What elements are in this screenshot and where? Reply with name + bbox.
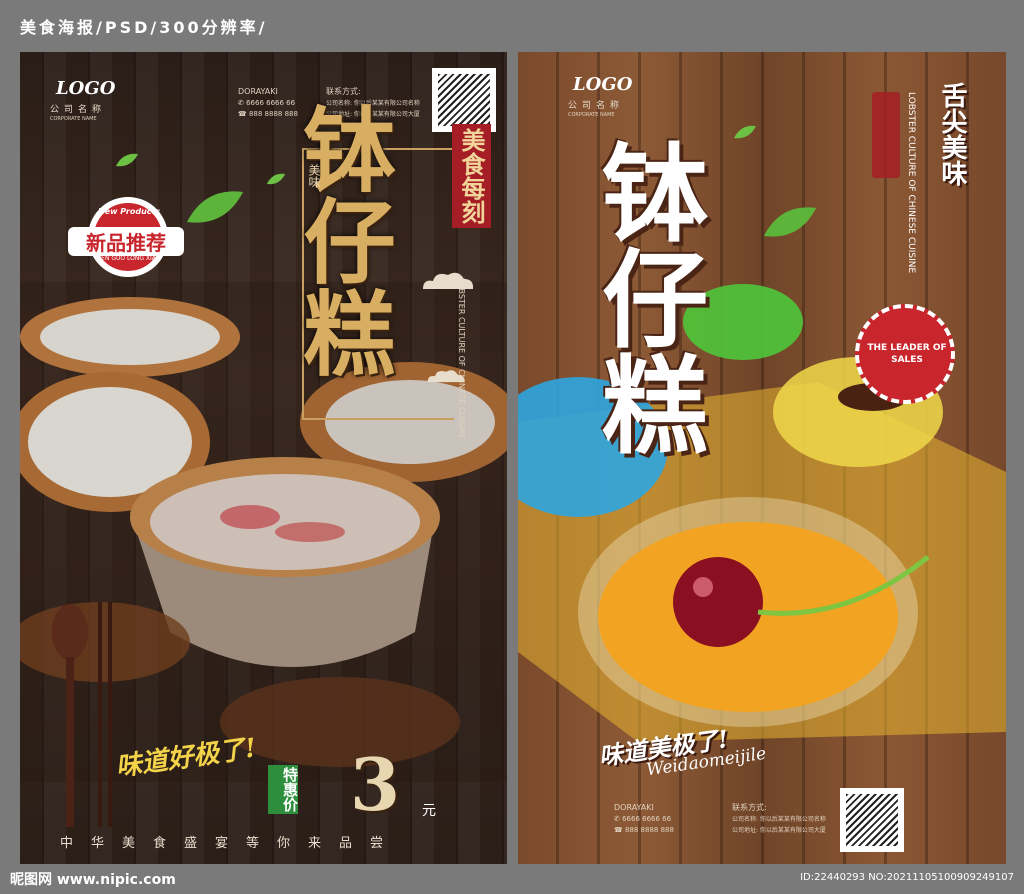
printer-icon: ☎ — [238, 110, 249, 118]
site-watermark: 昵图网 www.nipic.com — [10, 872, 176, 888]
poster-left: LOGO 公司名称 CORPORATE NAME DORAYAKI ✆ 6666… — [20, 52, 507, 864]
phone-2: ☎ 888 8888 888 — [614, 826, 674, 834]
banner-text: 美食海报/PSD/300分辨率/ — [20, 18, 268, 37]
seal-stamp — [872, 92, 900, 178]
leaf-icon — [187, 191, 243, 223]
contact-address: 公司地址: 你以后某某有限公司大厦 — [732, 827, 826, 834]
leaf-icon — [734, 125, 756, 139]
company-sub: CORPORATE NAME — [50, 116, 97, 122]
image-id: ID:22440293 NO:20211105100909249107 — [800, 872, 1014, 883]
vertical-small-label: 美味 — [307, 164, 321, 188]
poster-right: LOGO 公司名称 CORPORATE NAME LOBSTER CULTURE… — [518, 52, 1006, 864]
leaf-icon — [763, 207, 817, 237]
english-vertical-text: LOBSTER CULTURE OF CHINESE CUISINE — [906, 92, 916, 274]
english-vertical-text: LOBSTER CULTURE OF CHINESE CUISINE — [457, 278, 466, 440]
watermark-footer: 昵图网 www.nipic.com ID:22440293 NO:2021110… — [0, 864, 1024, 894]
badge-bottom-text: MEN GUO LONG XIA — [96, 255, 156, 262]
logo-text: LOGO — [573, 74, 633, 95]
brand-text: DORAYAKI — [614, 803, 654, 812]
top-banner: 美食海报/PSD/300分辨率/ — [0, 0, 1024, 52]
contact-label: 联系方式: — [732, 803, 767, 812]
logo-text: LOGO — [56, 78, 116, 99]
price: 3 — [350, 742, 401, 827]
brand-text: DORAYAKI — [238, 87, 278, 96]
qr-code — [840, 788, 904, 852]
contact-label: 联系方式: — [326, 87, 361, 96]
special-price-tag: 特惠价 — [268, 765, 299, 814]
cloud-icon — [423, 272, 474, 289]
leaf-icon — [266, 173, 286, 185]
phone-icon: ✆ — [614, 815, 623, 823]
phone-1: ✆ 6666 6666 66 — [614, 815, 672, 823]
vertical-red-label: 美食每刻 — [452, 124, 491, 228]
title-right: 钵仔糕 — [584, 138, 709, 456]
spoon-chopsticks-icon — [52, 602, 112, 827]
phone-1: ✆ 6666 6666 66 — [238, 99, 296, 107]
badge-top-text: New Products — [98, 207, 161, 216]
leaf-icon — [116, 153, 138, 167]
title-left: 钵仔糕 — [288, 102, 396, 378]
printer-icon: ☎ — [614, 826, 625, 834]
phone-icon: ✆ — [238, 99, 247, 107]
badge-text: THE LEADER OF SALES — [867, 343, 947, 365]
price-unit: 元 — [422, 803, 436, 819]
badge-main-text: 新品推荐 — [68, 227, 184, 256]
contact-company: 公司名称: 你以后某某有限公司名称 — [732, 816, 826, 823]
bottom-tagline: 中华美食盛宴等你来品尝 — [60, 836, 402, 851]
company-sub: CORPORATE NAME — [568, 112, 615, 118]
qr-code — [432, 68, 496, 132]
new-products-badge: New Products 新品推荐 MEN GUO LONG XIA — [68, 197, 184, 277]
cloud-icon — [427, 370, 465, 383]
vertical-label: 舌尖美味 — [937, 82, 967, 186]
leader-of-sales-badge: THE LEADER OF SALES — [855, 304, 955, 404]
